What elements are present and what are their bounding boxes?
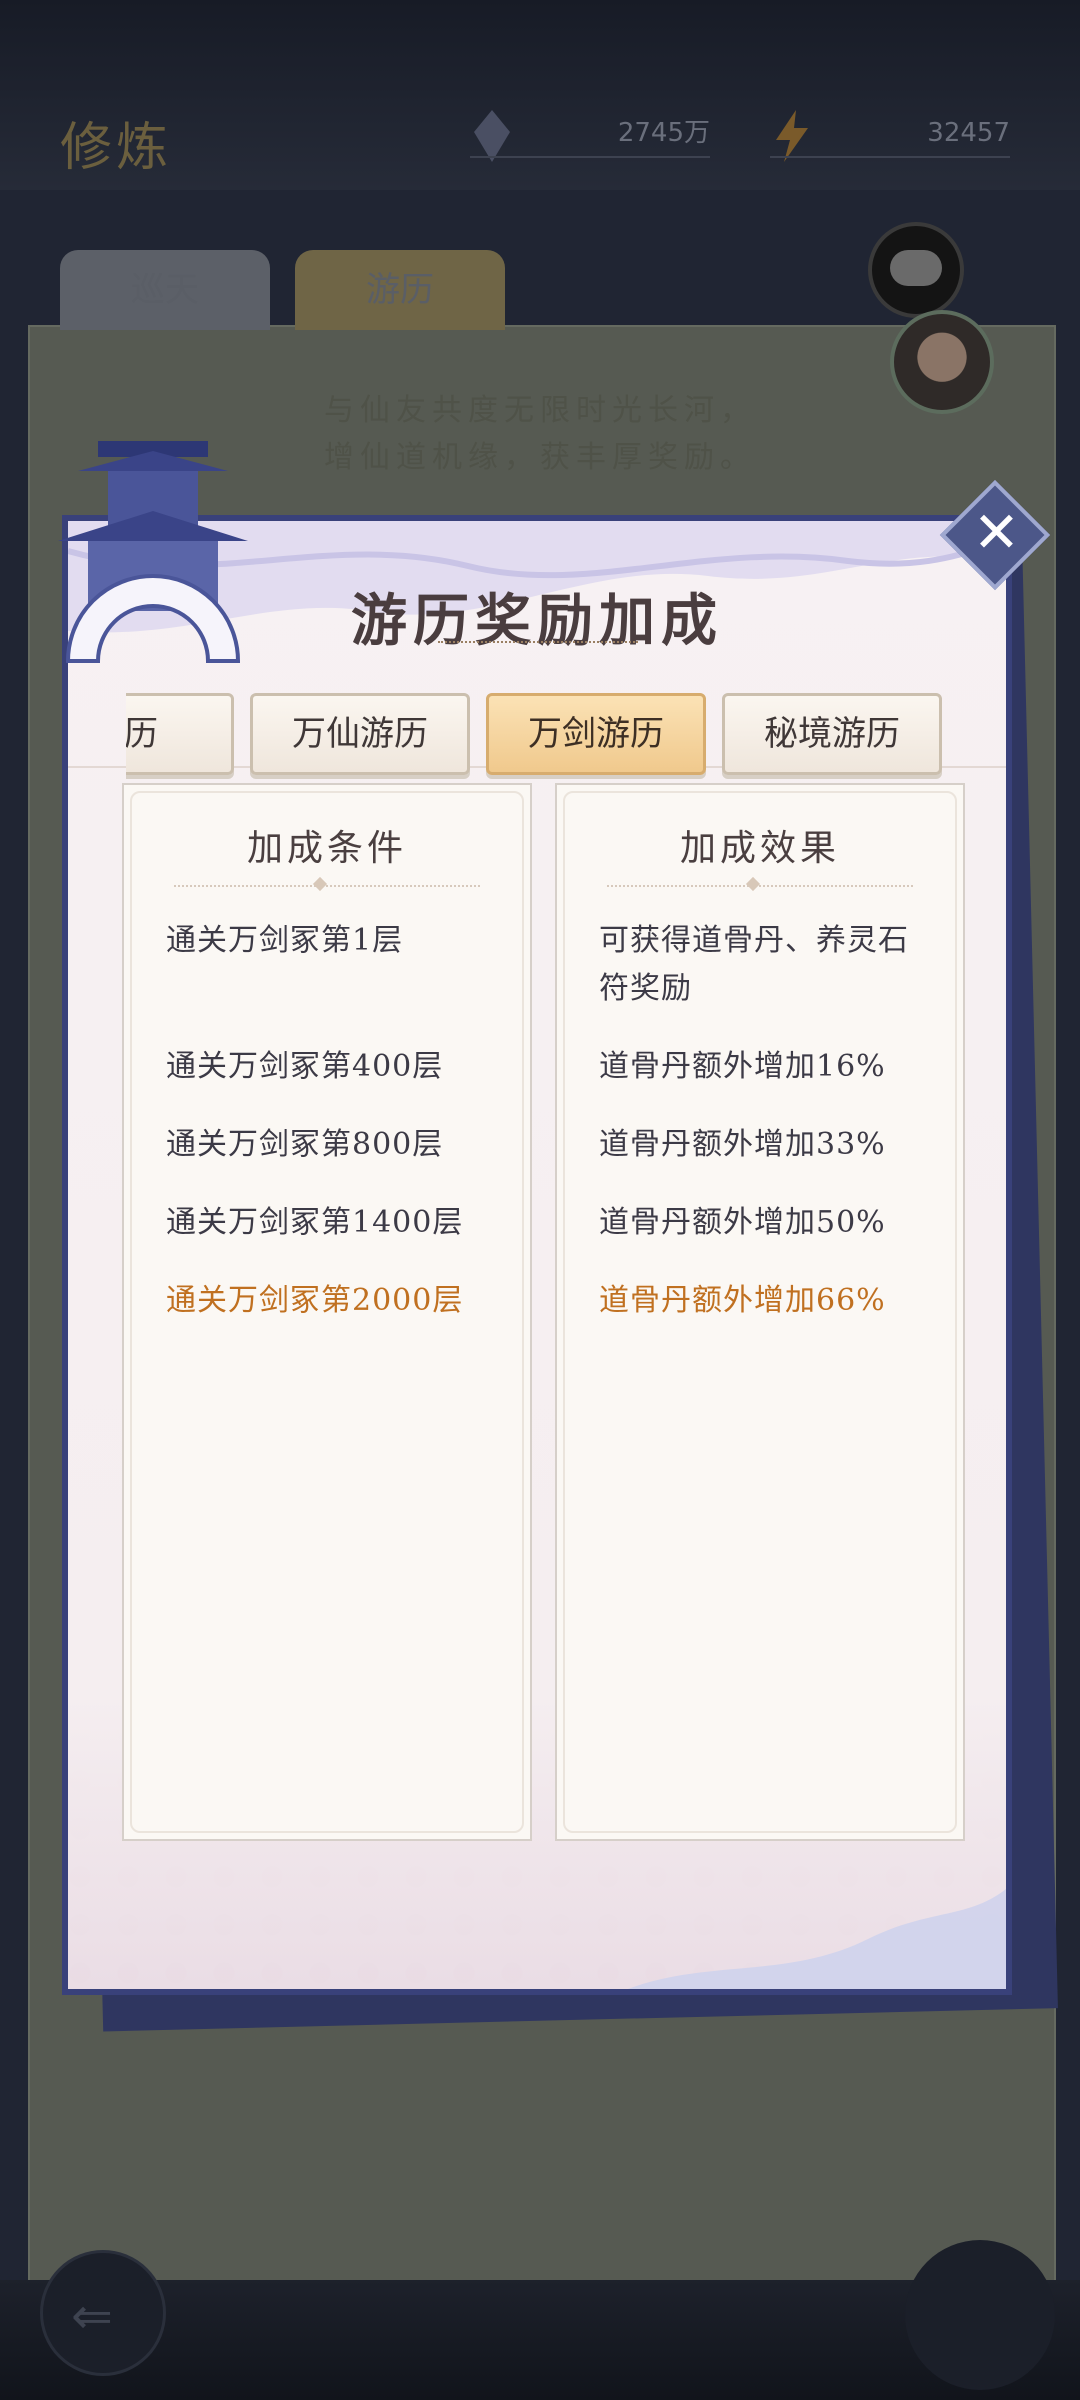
effect-row: 道骨丹额外增加50% <box>599 1205 886 1240</box>
back-arrow-icon: ⇐ <box>71 2287 113 2345</box>
effect-row: 道骨丹额外增加33% <box>599 1127 886 1162</box>
title-divider <box>438 641 638 649</box>
conditions-column: 加成条件 通关万剑冢第1层 通关万剑冢第400层 通关万剑冢第800层 通关万剑… <box>122 783 532 1841</box>
effect-row: 道骨丹额外增加16% <box>599 1049 886 1084</box>
condition-row: 通关万剑冢第1400层 <box>166 1205 464 1240</box>
effect-row: 可获得道骨丹、养灵石符奖励 <box>599 923 909 1006</box>
avatar[interactable] <box>890 310 994 414</box>
back-button[interactable]: ⇐ <box>40 2250 166 2376</box>
condition-row-highlighted: 通关万剑冢第2000层 <box>166 1283 464 1318</box>
condition-row: 通关万剑冢第1层 <box>166 923 404 958</box>
chat-button[interactable] <box>868 222 964 318</box>
conditions-header: 加成条件 <box>246 828 407 869</box>
tab-wanjian-youli[interactable]: 万剑游历 <box>486 693 706 775</box>
bottom-wave-decoration <box>628 1889 1006 1989</box>
condition-row: 通关万剑冢第400层 <box>166 1049 444 1084</box>
screen-title: 修炼 <box>60 118 173 178</box>
effects-column: 加成效果 可获得道骨丹、养灵石符奖励 道骨丹额外增加16% 道骨丹额外增加33%… <box>555 783 965 1841</box>
reward-bonus-modal: 游历奖励加成 游历 万仙游历 万剑游历 秘境游历 加成条件 通关万剑冢第1层 通… <box>58 441 1012 1995</box>
bg-tab-youli: 游历 <box>295 250 505 330</box>
tab-mijing-youli[interactable]: 秘境游历 <box>722 693 942 775</box>
category-tabs: 游历 万仙游历 万剑游历 秘境游历 <box>126 681 948 781</box>
resource-1-value: 2745万 <box>470 110 710 158</box>
tab-wanxian-youli[interactable]: 万仙游历 <box>250 693 470 775</box>
corner-button[interactable] <box>905 2240 1055 2390</box>
effect-row-highlighted: 道骨丹额外增加66% <box>599 1283 886 1318</box>
bg-tab-xuntian: 巡天 <box>60 250 270 330</box>
chat-bubble-icon <box>890 250 942 286</box>
close-icon: ✕ <box>972 500 1020 566</box>
tab-youli[interactable]: 游历 <box>126 693 234 775</box>
effects-header: 加成效果 <box>679 828 840 869</box>
resource-2-value: 32457 <box>770 110 1010 158</box>
condition-row: 通关万剑冢第800层 <box>166 1127 444 1162</box>
